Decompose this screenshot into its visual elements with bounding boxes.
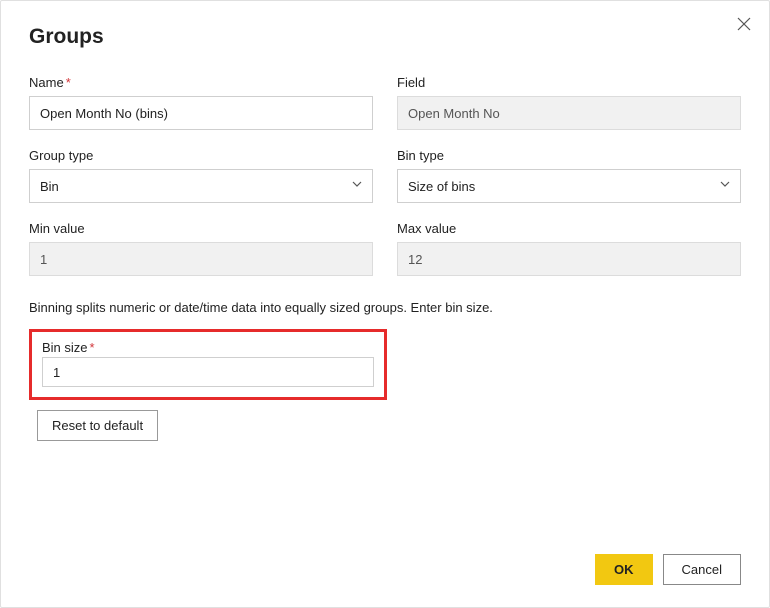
name-label: Name* <box>29 75 373 90</box>
min-value-label: Min value <box>29 221 373 236</box>
reset-to-default-button[interactable]: Reset to default <box>37 410 158 441</box>
field-label: Field <box>397 75 741 90</box>
group-type-select[interactable] <box>29 169 373 203</box>
cancel-button[interactable]: Cancel <box>663 554 741 585</box>
bin-type-label: Bin type <box>397 148 741 163</box>
close-button[interactable] <box>733 13 755 38</box>
binning-help-text: Binning splits numeric or date/time data… <box>29 300 741 315</box>
bin-size-input[interactable] <box>42 357 374 387</box>
bin-size-label: Bin size* <box>42 340 95 355</box>
close-icon <box>737 19 751 34</box>
min-value-readonly <box>29 242 373 276</box>
bin-type-select[interactable] <box>397 169 741 203</box>
max-value-readonly <box>397 242 741 276</box>
field-readonly <box>397 96 741 130</box>
required-asterisk: * <box>90 340 95 355</box>
dialog-title: Groups <box>29 25 104 49</box>
max-value-label: Max value <box>397 221 741 236</box>
bin-size-highlighted-section: Bin size* <box>29 329 387 400</box>
ok-button[interactable]: OK <box>595 554 653 585</box>
name-input[interactable] <box>29 96 373 130</box>
required-asterisk: * <box>66 75 71 90</box>
group-type-label: Group type <box>29 148 373 163</box>
